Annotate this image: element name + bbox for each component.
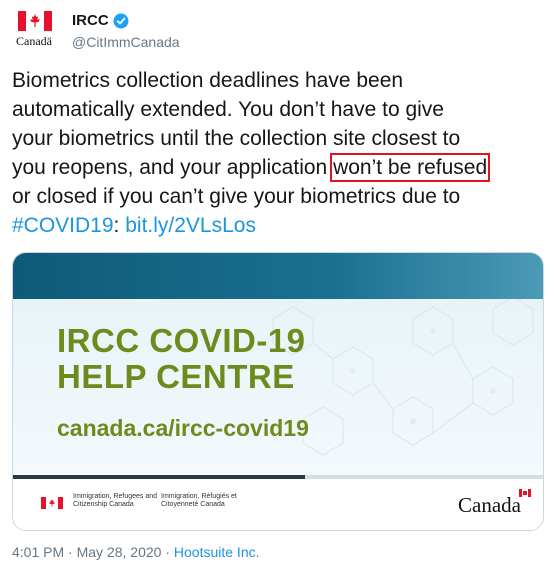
tweet-text-segment: you reopens, and your application	[12, 156, 334, 179]
tweet-line: your biometrics until the collection sit…	[12, 127, 461, 150]
tweet-header: Canadä IRCC @CitImmCanada	[12, 8, 542, 56]
highlighted-phrase: won’t be refused	[330, 153, 491, 182]
user-handle[interactable]: @CitImmCanada	[72, 34, 180, 50]
card-banner: IRCC COVID-19 HELP CENTRE canada.ca/ircc…	[13, 299, 543, 475]
card-title: IRCC COVID-19 HELP CENTRE	[57, 323, 306, 395]
government-flag-icon	[41, 497, 63, 509]
tweet-time[interactable]: 4:01 PM	[12, 544, 64, 560]
display-name[interactable]: IRCC	[72, 12, 109, 29]
canada-flag-icon	[18, 11, 52, 31]
tweet-line: you reopens, and your application won’t …	[12, 153, 546, 182]
tweet-line: #COVID19: bit.ly/2VLsLos	[12, 211, 546, 240]
separator: ·	[161, 544, 174, 560]
tweet-line: automatically extended. You don’t have t…	[12, 98, 444, 121]
tweet-text: Biometrics collection deadlines have bee…	[12, 66, 546, 240]
department-name-fr: Immigration, Réfugiés et Citoyenneté Can…	[161, 493, 237, 508]
tweet: Canadä IRCC @CitImmCanada Biometrics col…	[0, 0, 554, 565]
card-url: canada.ca/ircc-covid19	[57, 415, 309, 441]
canada-wordmark: Canada	[458, 493, 521, 517]
tweet-meta: 4:01 PM · May 28, 2020 · Hootsuite Inc.	[12, 544, 260, 560]
separator: ·	[64, 544, 77, 560]
card-title-line: HELP CENTRE	[57, 358, 295, 395]
wordmark-flag-icon	[519, 489, 531, 497]
short-link[interactable]: bit.ly/2VLsLos	[125, 214, 256, 237]
avatar-wordmark: Canadä	[16, 34, 52, 48]
link-card[interactable]: IRCC COVID-19 HELP CENTRE canada.ca/ircc…	[12, 252, 544, 531]
department-name-en: Immigration, Refugees and Citizenship Ca…	[73, 493, 158, 508]
source-app[interactable]: Hootsuite Inc.	[174, 544, 260, 560]
card-footer: Immigration, Refugees and Citizenship Ca…	[13, 479, 543, 530]
avatar[interactable]: Canadä	[12, 8, 58, 54]
verified-badge-icon	[113, 13, 129, 28]
separator: :	[113, 214, 126, 237]
hashtag-link[interactable]: #COVID19	[12, 214, 114, 237]
tweet-date[interactable]: May 28, 2020	[77, 544, 162, 560]
tweet-line: Biometrics collection deadlines have bee…	[12, 69, 404, 92]
card-header-bar	[13, 253, 543, 299]
tweet-line: or closed if you can’t give your biometr…	[12, 185, 461, 208]
card-title-line: IRCC COVID-19	[57, 322, 306, 359]
